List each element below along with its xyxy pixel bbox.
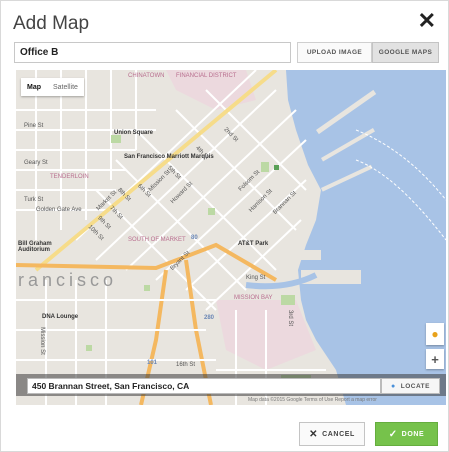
map-label-king: King St [246,275,266,281]
add-map-dialog: Add Map ✕ UPLOAD IMAGE GOOGLE MAPS [0,0,449,452]
map-attribution: Map data ©2015 Google Terms of Use Repor… [248,397,377,403]
close-icon: ✕ [309,428,319,440]
map-label-tenderloin: TENDERLOIN [50,174,89,180]
zoom-in-button[interactable]: + [426,349,444,369]
map-label-chinatown: CHINATOWN [128,73,165,79]
done-label: DONE [401,430,425,438]
map-view[interactable]: Map Satellite CHINATOWN FINANCIAL DISTRI… [16,70,446,405]
close-icon[interactable]: ✕ [418,10,436,32]
map-type-map[interactable]: Map [21,78,47,96]
map-label-mission-bay: MISSION BAY [234,295,273,301]
highway-80-shield: 80 [191,235,198,241]
map-label-south-of-market: SOUTH OF MARKET [128,237,186,243]
address-input[interactable] [27,378,381,394]
upload-image-tab[interactable]: UPLOAD IMAGE [297,42,372,63]
done-button[interactable]: ✓ DONE [375,422,438,446]
map-label-turk: Turk St [24,197,44,203]
map-label-16th: 16th St [176,362,196,368]
highway-101-shield: 101 [147,360,158,366]
map-label-pine: Pine St [24,123,44,129]
map-type-control: Map Satellite [21,78,84,96]
map-label-att-park: AT&T Park [238,241,269,247]
location-pin-icon: ● [391,382,396,390]
map-canvas [16,70,446,405]
map-label-geary: Geary St [24,160,48,166]
map-label-francisco: rancisco [18,270,118,290]
map-label-dna-lounge: DNA Lounge [42,314,79,320]
dialog-title: Add Map [13,13,90,34]
cancel-button[interactable]: ✕ CANCEL [299,422,365,446]
check-icon: ✓ [388,428,398,440]
map-label-mission-district: Mission St [38,327,45,355]
locate-button[interactable]: ● LOCATE [381,378,440,394]
highway-280-shield: 280 [204,315,215,321]
map-label-union-square: Union Square [114,130,154,136]
cancel-label: CANCEL [322,430,355,438]
pegman-icon[interactable]: ● [426,323,444,345]
map-type-satellite[interactable]: Satellite [47,78,84,96]
locate-label: LOCATE [400,382,430,390]
map-label-financial-district: FINANCIAL DISTRICT [176,73,237,79]
google-maps-tab[interactable]: GOOGLE MAPS [372,42,439,63]
map-label-3rd: 3rd St [287,309,294,327]
map-label-golden-gate: Golden Gate Ave [36,207,82,213]
map-label-bill-graham: Bill Graham Auditorium [18,241,52,253]
map-name-input[interactable] [14,42,291,63]
